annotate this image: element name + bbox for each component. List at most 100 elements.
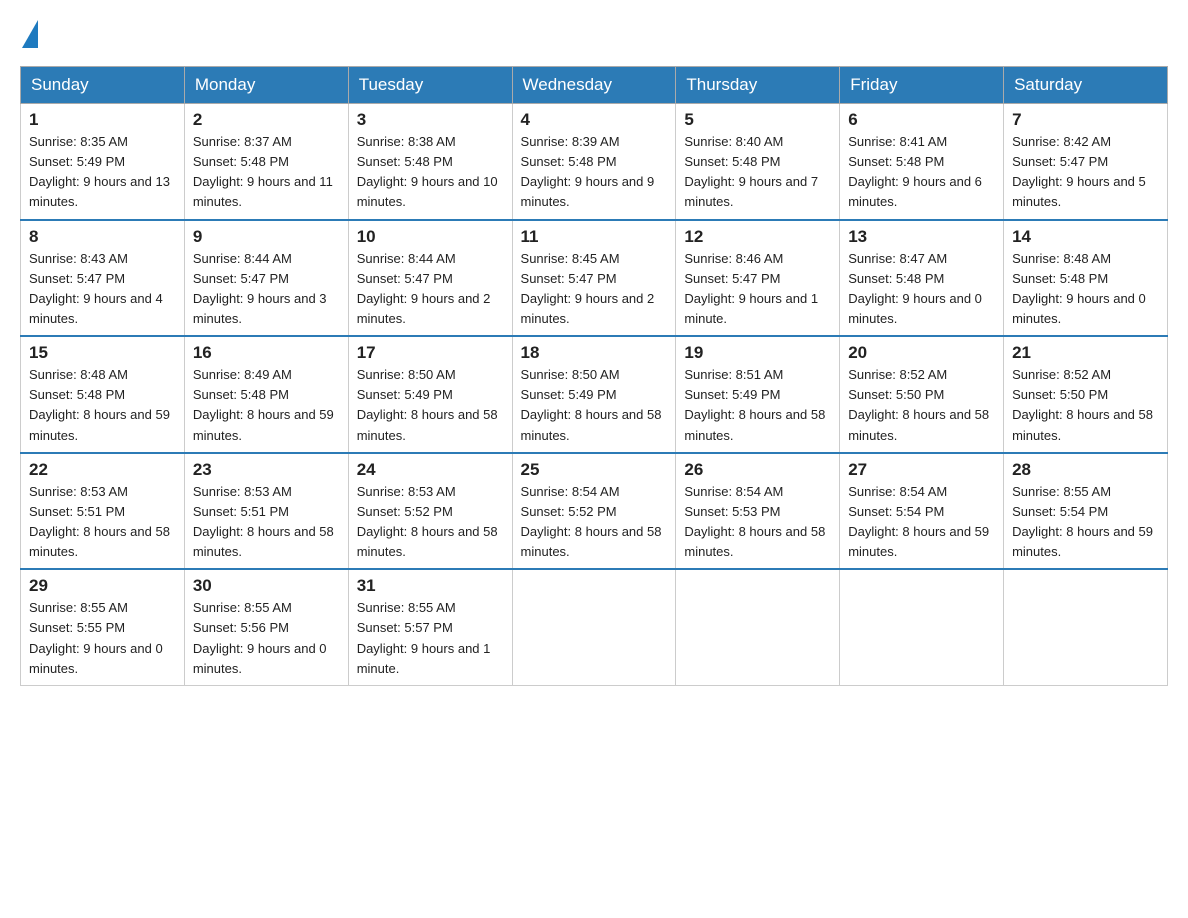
table-row: 23 Sunrise: 8:53 AMSunset: 5:51 PMDaylig… <box>184 453 348 570</box>
day-info: Sunrise: 8:44 AMSunset: 5:47 PMDaylight:… <box>357 249 504 330</box>
day-number: 2 <box>193 110 340 130</box>
day-info: Sunrise: 8:50 AMSunset: 5:49 PMDaylight:… <box>521 365 668 446</box>
day-number: 26 <box>684 460 831 480</box>
day-info: Sunrise: 8:46 AMSunset: 5:47 PMDaylight:… <box>684 249 831 330</box>
day-info: Sunrise: 8:55 AMSunset: 5:54 PMDaylight:… <box>1012 482 1159 563</box>
day-info: Sunrise: 8:52 AMSunset: 5:50 PMDaylight:… <box>1012 365 1159 446</box>
table-row: 15 Sunrise: 8:48 AMSunset: 5:48 PMDaylig… <box>21 336 185 453</box>
day-info: Sunrise: 8:47 AMSunset: 5:48 PMDaylight:… <box>848 249 995 330</box>
day-number: 17 <box>357 343 504 363</box>
logo <box>20 20 40 48</box>
day-number: 7 <box>1012 110 1159 130</box>
day-number: 31 <box>357 576 504 596</box>
calendar-week-1: 1 Sunrise: 8:35 AMSunset: 5:49 PMDayligh… <box>21 104 1168 220</box>
table-row: 30 Sunrise: 8:55 AMSunset: 5:56 PMDaylig… <box>184 569 348 685</box>
day-info: Sunrise: 8:55 AMSunset: 5:55 PMDaylight:… <box>29 598 176 679</box>
table-row: 18 Sunrise: 8:50 AMSunset: 5:49 PMDaylig… <box>512 336 676 453</box>
table-row: 13 Sunrise: 8:47 AMSunset: 5:48 PMDaylig… <box>840 220 1004 337</box>
table-row: 25 Sunrise: 8:54 AMSunset: 5:52 PMDaylig… <box>512 453 676 570</box>
day-info: Sunrise: 8:50 AMSunset: 5:49 PMDaylight:… <box>357 365 504 446</box>
day-info: Sunrise: 8:41 AMSunset: 5:48 PMDaylight:… <box>848 132 995 213</box>
day-info: Sunrise: 8:39 AMSunset: 5:48 PMDaylight:… <box>521 132 668 213</box>
table-row: 8 Sunrise: 8:43 AMSunset: 5:47 PMDayligh… <box>21 220 185 337</box>
day-info: Sunrise: 8:38 AMSunset: 5:48 PMDaylight:… <box>357 132 504 213</box>
days-header-row: SundayMondayTuesdayWednesdayThursdayFrid… <box>21 67 1168 104</box>
day-number: 24 <box>357 460 504 480</box>
day-number: 18 <box>521 343 668 363</box>
day-info: Sunrise: 8:53 AMSunset: 5:52 PMDaylight:… <box>357 482 504 563</box>
table-row: 9 Sunrise: 8:44 AMSunset: 5:47 PMDayligh… <box>184 220 348 337</box>
day-info: Sunrise: 8:54 AMSunset: 5:52 PMDaylight:… <box>521 482 668 563</box>
table-row: 17 Sunrise: 8:50 AMSunset: 5:49 PMDaylig… <box>348 336 512 453</box>
table-row: 16 Sunrise: 8:49 AMSunset: 5:48 PMDaylig… <box>184 336 348 453</box>
day-number: 12 <box>684 227 831 247</box>
day-number: 8 <box>29 227 176 247</box>
table-row: 29 Sunrise: 8:55 AMSunset: 5:55 PMDaylig… <box>21 569 185 685</box>
day-number: 30 <box>193 576 340 596</box>
day-number: 20 <box>848 343 995 363</box>
table-row: 14 Sunrise: 8:48 AMSunset: 5:48 PMDaylig… <box>1004 220 1168 337</box>
table-row: 31 Sunrise: 8:55 AMSunset: 5:57 PMDaylig… <box>348 569 512 685</box>
day-info: Sunrise: 8:43 AMSunset: 5:47 PMDaylight:… <box>29 249 176 330</box>
table-row: 22 Sunrise: 8:53 AMSunset: 5:51 PMDaylig… <box>21 453 185 570</box>
table-row <box>676 569 840 685</box>
day-number: 21 <box>1012 343 1159 363</box>
calendar-week-3: 15 Sunrise: 8:48 AMSunset: 5:48 PMDaylig… <box>21 336 1168 453</box>
calendar-week-5: 29 Sunrise: 8:55 AMSunset: 5:55 PMDaylig… <box>21 569 1168 685</box>
day-number: 9 <box>193 227 340 247</box>
day-number: 3 <box>357 110 504 130</box>
day-info: Sunrise: 8:40 AMSunset: 5:48 PMDaylight:… <box>684 132 831 213</box>
day-info: Sunrise: 8:54 AMSunset: 5:54 PMDaylight:… <box>848 482 995 563</box>
day-info: Sunrise: 8:53 AMSunset: 5:51 PMDaylight:… <box>29 482 176 563</box>
day-info: Sunrise: 8:48 AMSunset: 5:48 PMDaylight:… <box>1012 249 1159 330</box>
table-row: 11 Sunrise: 8:45 AMSunset: 5:47 PMDaylig… <box>512 220 676 337</box>
header-friday: Friday <box>840 67 1004 104</box>
table-row: 1 Sunrise: 8:35 AMSunset: 5:49 PMDayligh… <box>21 104 185 220</box>
day-info: Sunrise: 8:54 AMSunset: 5:53 PMDaylight:… <box>684 482 831 563</box>
day-number: 29 <box>29 576 176 596</box>
table-row: 5 Sunrise: 8:40 AMSunset: 5:48 PMDayligh… <box>676 104 840 220</box>
day-info: Sunrise: 8:45 AMSunset: 5:47 PMDaylight:… <box>521 249 668 330</box>
calendar-week-4: 22 Sunrise: 8:53 AMSunset: 5:51 PMDaylig… <box>21 453 1168 570</box>
header-sunday: Sunday <box>21 67 185 104</box>
day-info: Sunrise: 8:55 AMSunset: 5:56 PMDaylight:… <box>193 598 340 679</box>
day-number: 27 <box>848 460 995 480</box>
day-number: 1 <box>29 110 176 130</box>
table-row: 27 Sunrise: 8:54 AMSunset: 5:54 PMDaylig… <box>840 453 1004 570</box>
table-row: 10 Sunrise: 8:44 AMSunset: 5:47 PMDaylig… <box>348 220 512 337</box>
day-number: 23 <box>193 460 340 480</box>
header-wednesday: Wednesday <box>512 67 676 104</box>
day-info: Sunrise: 8:48 AMSunset: 5:48 PMDaylight:… <box>29 365 176 446</box>
table-row: 3 Sunrise: 8:38 AMSunset: 5:48 PMDayligh… <box>348 104 512 220</box>
header-thursday: Thursday <box>676 67 840 104</box>
day-number: 15 <box>29 343 176 363</box>
table-row <box>840 569 1004 685</box>
day-info: Sunrise: 8:35 AMSunset: 5:49 PMDaylight:… <box>29 132 176 213</box>
header-saturday: Saturday <box>1004 67 1168 104</box>
table-row: 12 Sunrise: 8:46 AMSunset: 5:47 PMDaylig… <box>676 220 840 337</box>
day-number: 6 <box>848 110 995 130</box>
day-number: 19 <box>684 343 831 363</box>
day-number: 11 <box>521 227 668 247</box>
table-row: 19 Sunrise: 8:51 AMSunset: 5:49 PMDaylig… <box>676 336 840 453</box>
day-info: Sunrise: 8:44 AMSunset: 5:47 PMDaylight:… <box>193 249 340 330</box>
day-number: 28 <box>1012 460 1159 480</box>
day-info: Sunrise: 8:42 AMSunset: 5:47 PMDaylight:… <box>1012 132 1159 213</box>
table-row <box>1004 569 1168 685</box>
day-info: Sunrise: 8:55 AMSunset: 5:57 PMDaylight:… <box>357 598 504 679</box>
table-row <box>512 569 676 685</box>
day-number: 4 <box>521 110 668 130</box>
calendar-week-2: 8 Sunrise: 8:43 AMSunset: 5:47 PMDayligh… <box>21 220 1168 337</box>
day-number: 13 <box>848 227 995 247</box>
header-tuesday: Tuesday <box>348 67 512 104</box>
day-info: Sunrise: 8:51 AMSunset: 5:49 PMDaylight:… <box>684 365 831 446</box>
table-row: 2 Sunrise: 8:37 AMSunset: 5:48 PMDayligh… <box>184 104 348 220</box>
day-number: 14 <box>1012 227 1159 247</box>
day-number: 25 <box>521 460 668 480</box>
day-info: Sunrise: 8:49 AMSunset: 5:48 PMDaylight:… <box>193 365 340 446</box>
table-row: 21 Sunrise: 8:52 AMSunset: 5:50 PMDaylig… <box>1004 336 1168 453</box>
day-number: 22 <box>29 460 176 480</box>
table-row: 4 Sunrise: 8:39 AMSunset: 5:48 PMDayligh… <box>512 104 676 220</box>
day-number: 10 <box>357 227 504 247</box>
day-info: Sunrise: 8:52 AMSunset: 5:50 PMDaylight:… <box>848 365 995 446</box>
